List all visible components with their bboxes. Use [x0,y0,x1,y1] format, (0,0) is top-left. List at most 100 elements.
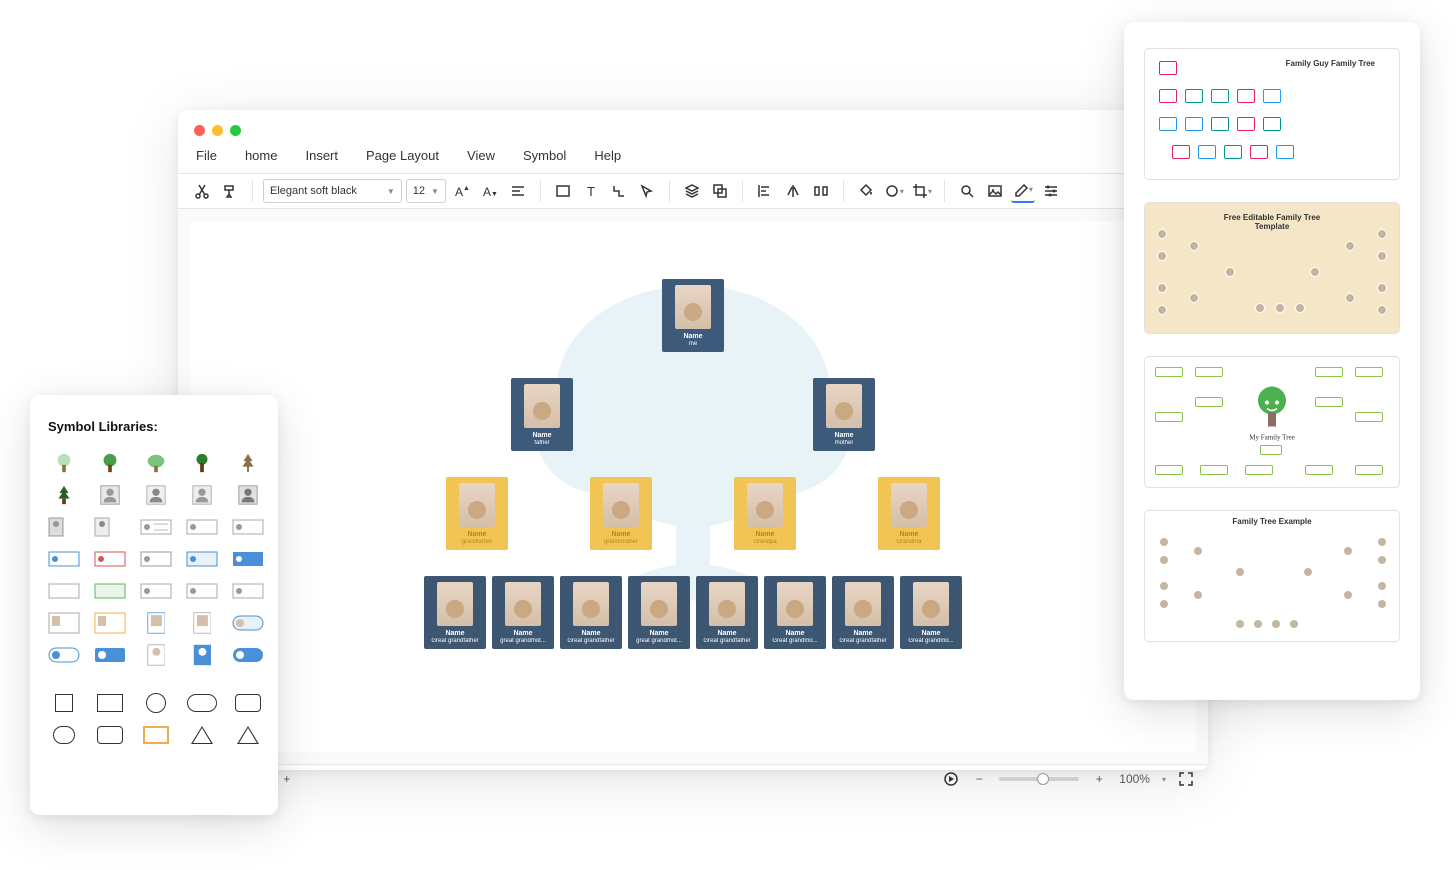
search-icon[interactable] [955,179,979,203]
card-symbol-icon[interactable] [48,516,80,538]
person-symbol-icon[interactable] [232,484,264,506]
play-icon[interactable] [943,771,959,787]
window-minimize-button[interactable] [212,125,223,136]
triangle-shape-icon[interactable] [232,724,264,746]
card-symbol-icon[interactable] [48,580,80,602]
menu-page-layout[interactable]: Page Layout [366,148,439,163]
canvas-area[interactable]: Nameme Namefather Namemother Namegrandfa… [178,209,1208,764]
fill-color-icon[interactable] [854,179,878,203]
card-symbol-icon[interactable] [94,548,126,570]
menu-help[interactable]: Help [594,148,621,163]
card-symbol-icon[interactable] [94,644,126,666]
card-symbol-icon[interactable] [186,580,218,602]
rounded-rect-shape-icon[interactable] [94,724,126,746]
card-symbol-icon[interactable] [232,516,264,538]
card-symbol-icon[interactable] [186,516,218,538]
card-symbol-icon[interactable] [232,644,264,666]
tree-symbol-icon[interactable] [186,452,218,474]
tree-node-greatgrandparent[interactable]: NameGreat grandmo... [900,576,962,649]
font-increase-icon[interactable]: A▲ [450,179,474,203]
photo-card-icon[interactable] [140,612,172,634]
card-symbol-icon[interactable] [48,644,80,666]
zoom-out-icon[interactable]: − [971,771,987,787]
window-close-button[interactable] [194,125,205,136]
card-symbol-icon[interactable] [94,516,126,538]
photo-card-icon[interactable] [94,612,126,634]
tree-node-greatgrandparent[interactable]: NameGreat grandfather [424,576,486,649]
align-left-icon[interactable] [753,179,777,203]
fullscreen-icon[interactable] [1178,771,1194,787]
card-symbol-icon[interactable] [48,548,80,570]
tree-node-father[interactable]: Namefather [511,378,573,451]
card-symbol-icon[interactable] [186,548,218,570]
tree-symbol-icon[interactable] [94,452,126,474]
template-card[interactable]: My Family Tree [1144,356,1400,488]
person-symbol-icon[interactable] [186,484,218,506]
card-symbol-icon[interactable] [232,580,264,602]
menu-home[interactable]: home [245,148,278,163]
triangle-shape-icon[interactable] [186,724,218,746]
tree-node-greatgrandparent[interactable]: NameGreat grandmo... [764,576,826,649]
tree-node-me[interactable]: Nameme [662,279,724,352]
cut-icon[interactable] [190,179,214,203]
tree-node-greatgrandparent[interactable]: Namegreat grandmot... [628,576,690,649]
group-icon[interactable] [708,179,732,203]
template-card[interactable]: Family Guy Family Tree [1144,48,1400,180]
person-symbol-icon[interactable] [140,484,172,506]
rectangle-tool-icon[interactable] [551,179,575,203]
crop-icon[interactable]: ▾ [910,179,934,203]
tree-node-greatgrandparent[interactable]: Namegreat grandmot... [492,576,554,649]
tree-node-grandfather[interactable]: Namegrandfather [446,477,508,550]
card-symbol-icon[interactable] [140,548,172,570]
card-symbol-icon[interactable] [232,548,264,570]
person-symbol-icon[interactable] [94,484,126,506]
distribute-icon[interactable] [809,179,833,203]
text-tool-icon[interactable]: T [579,179,603,203]
font-size-select[interactable]: 12▼ [406,179,446,203]
photo-card-icon[interactable] [186,612,218,634]
tree-node-mother[interactable]: Namemother [813,378,875,451]
pine-tree-icon[interactable] [48,484,80,506]
connector-tool-icon[interactable] [607,179,631,203]
window-maximize-button[interactable] [230,125,241,136]
menu-symbol[interactable]: Symbol [523,148,566,163]
card-symbol-icon[interactable] [94,580,126,602]
tree-node-greatgrandparent[interactable]: NameGreat grandfather [832,576,894,649]
tree-node-grandmother[interactable]: Namegrandmother [590,477,652,550]
card-symbol-icon[interactable] [140,580,172,602]
menu-view[interactable]: View [467,148,495,163]
tree-node-grandma[interactable]: NameGrandma [878,477,940,550]
tree-symbol-icon[interactable] [48,452,80,474]
square-shape-icon[interactable] [48,692,80,714]
circle-shape-icon[interactable] [140,692,172,714]
oval-shape-icon[interactable] [186,692,218,714]
canvas[interactable]: Nameme Namefather Namemother Namegrandfa… [190,221,1196,752]
font-select[interactable]: Elegant soft black▼ [263,179,402,203]
card-symbol-icon[interactable] [140,516,172,538]
rectangle-shape-icon[interactable] [94,692,126,714]
image-icon[interactable] [983,179,1007,203]
flip-horizontal-icon[interactable] [781,179,805,203]
tree-symbol-icon[interactable] [140,452,172,474]
zoom-slider[interactable] [999,777,1079,781]
template-card[interactable]: Free Editable Family Tree Template [1144,202,1400,334]
settings-sliders-icon[interactable] [1039,179,1063,203]
photo-card-icon[interactable] [48,612,80,634]
add-page-icon[interactable]: + [279,771,295,787]
tree-node-grandpa[interactable]: NameGrandpa [734,477,796,550]
font-decrease-icon[interactable]: A▼ [478,179,502,203]
format-paint-icon[interactable] [218,179,242,203]
menu-insert[interactable]: Insert [305,148,338,163]
oval-shape-icon[interactable] [48,724,80,746]
rectangle-shape-icon[interactable] [140,724,172,746]
align-icon[interactable] [506,179,530,203]
zoom-level[interactable]: 100% [1119,772,1150,786]
tree-node-greatgrandparent[interactable]: NameGreat grandfather [560,576,622,649]
tree-node-greatgrandparent[interactable]: NameGreat grandfather [696,576,758,649]
pen-color-icon[interactable]: ▾ [1011,179,1035,203]
zoom-in-icon[interactable]: + [1091,771,1107,787]
card-symbol-icon[interactable] [186,644,218,666]
tree-symbol-icon[interactable] [232,452,264,474]
menu-file[interactable]: File [196,148,217,163]
rounded-rect-shape-icon[interactable] [232,692,264,714]
